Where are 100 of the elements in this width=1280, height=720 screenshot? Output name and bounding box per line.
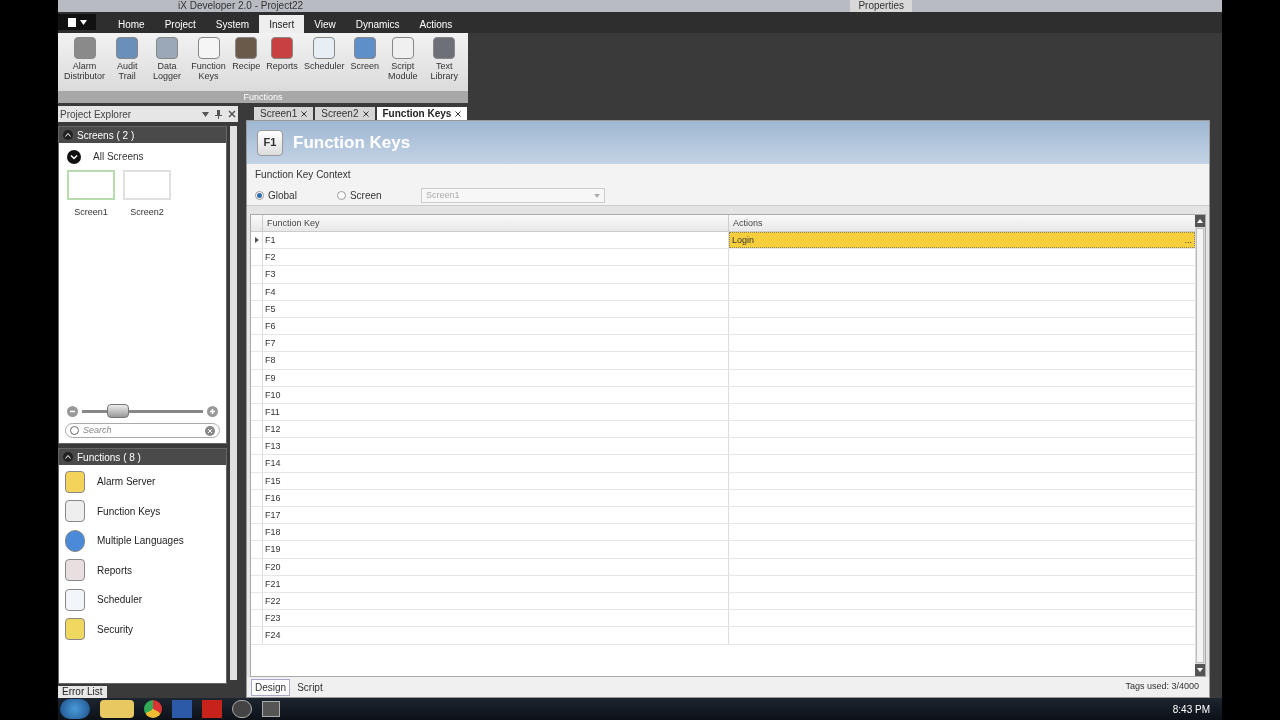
table-row[interactable]: F15 [251,472,1195,490]
slider-thumb[interactable] [107,404,130,418]
table-row[interactable]: F24 [251,627,1195,645]
table-row[interactable]: F16 [251,489,1195,507]
ribbon-button[interactable]: Screen [348,37,381,91]
scroll-up-icon[interactable] [1195,215,1205,227]
function-item[interactable]: Multiple Languages [65,526,220,556]
function-item[interactable]: Reports [65,555,220,585]
function-key-icon: F1 [257,129,283,156]
table-row[interactable]: F6 [251,317,1195,336]
context-tab[interactable]: Properties [850,0,912,12]
table-row[interactable]: F9 [251,369,1195,387]
collapse-icon[interactable] [63,452,73,462]
table-row[interactable]: F21 [251,575,1195,593]
table-cell: F14 [263,455,729,472]
close-icon[interactable] [455,110,462,117]
table-row[interactable]: F12 [251,421,1195,439]
ribbon-button[interactable]: Alarm Distributor [62,37,107,91]
table-row[interactable]: F23 [251,610,1195,628]
function-item[interactable]: Scheduler [65,585,220,615]
scrollbar[interactable] [230,126,237,680]
ribbon-button[interactable]: Reports [264,37,300,91]
ribbon-button[interactable]: Function Keys [188,37,229,91]
screen-label: Screen2 [130,206,164,219]
ribbon-button[interactable]: Audit Trail [109,37,146,91]
search-field[interactable]: Search [83,423,201,438]
caret-icon [594,193,600,198]
radio-button[interactable] [336,191,346,200]
browser-icon[interactable] [144,700,162,718]
editor-title: Function Keys [293,131,411,154]
table-cell: F2 [263,249,729,266]
ribbon-button[interactable]: Scheduler [301,37,347,91]
table-row[interactable]: F8 [251,352,1195,370]
ribbon-tab[interactable]: Insert [259,15,305,33]
scrollbar[interactable] [1195,215,1205,676]
dropdown-icon[interactable] [202,111,209,117]
table-row[interactable]: F4 [251,283,1195,301]
table-cell: F15 [263,472,729,489]
ribbon-button[interactable]: Data Logger [147,37,187,91]
ribbon-tab[interactable]: Actions [409,15,463,33]
zoom-out-icon[interactable] [67,405,78,417]
table-row[interactable]: F18 [251,524,1195,542]
screen-thumbnail[interactable] [67,170,115,200]
function-item[interactable]: Alarm Server [65,467,220,497]
ribbon-tab[interactable]: Project [154,15,206,33]
table-row[interactable]: F11 [251,403,1195,422]
application-menu-button[interactable] [58,14,96,30]
document-tab[interactable]: Function Keys [376,107,468,120]
clear-icon[interactable] [205,425,215,436]
ribbon-button[interactable]: Text Library [424,37,464,91]
error-list-tab[interactable]: Error List [58,686,107,698]
collapse-icon[interactable] [63,130,73,140]
radio-button[interactable] [255,191,264,200]
table-cell: F8 [263,352,729,369]
table-row[interactable]: F20 [251,558,1195,576]
zoom-slider[interactable] [82,404,203,418]
zoom-in-icon[interactable] [207,405,218,417]
table-cell: F12 [263,421,729,438]
table-row[interactable]: F22 [251,592,1195,611]
close-icon[interactable] [301,110,308,117]
ribbon-button[interactable]: Script Module [382,37,423,91]
document-tab[interactable]: Screen2 [315,107,375,120]
table-cell: F6 [263,317,729,335]
table-row[interactable]: F13 [251,438,1195,456]
ribbon-tab[interactable]: View [304,15,346,33]
bottom-tab[interactable]: Design [251,678,291,696]
table-row[interactable]: F2 [251,249,1195,267]
close-icon[interactable] [362,110,369,117]
column-header[interactable]: Actions [729,215,1195,231]
start-button[interactable] [60,699,90,719]
close-icon[interactable] [228,110,236,118]
expand-icon[interactable] [67,149,81,164]
scroll-down-icon[interactable] [1195,664,1205,676]
table-cell: F9 [263,369,729,386]
ellipsis-button[interactable]: ... [1184,231,1192,249]
table-cell: F18 [263,524,729,541]
table-row[interactable]: F1 Login ... [251,232,1195,250]
ribbon-tab[interactable]: Dynamics [345,15,410,33]
table-cell: F4 [263,283,729,300]
pin-icon[interactable] [215,109,222,119]
function-item[interactable]: Security [65,614,220,644]
ribbon-tab[interactable]: System [205,15,260,33]
table-row[interactable]: F19 [251,541,1195,559]
ribbon-button[interactable]: Recipe [230,37,263,91]
table-row[interactable]: F3 [251,266,1195,284]
function-item[interactable]: Function Keys [65,496,220,526]
all-screens-item[interactable]: All Screens [93,149,144,164]
screen-thumbnail[interactable] [123,170,171,200]
section-header: Screens ( 2 ) [77,128,135,143]
table-row[interactable]: F17 [251,507,1195,525]
table-row[interactable]: F5 [251,300,1195,318]
group-label: Functions [58,91,468,103]
document-tab[interactable]: Screen1 [254,107,314,120]
table-cell[interactable]: Login ... [729,232,1195,249]
column-header[interactable]: Function Key [263,215,729,231]
table-row[interactable]: F7 [251,335,1195,353]
table-row[interactable]: F10 [251,386,1195,404]
ribbon-tab[interactable]: Home [108,15,155,33]
bottom-tab[interactable]: Script [294,678,326,696]
table-row[interactable]: F14 [251,455,1195,473]
